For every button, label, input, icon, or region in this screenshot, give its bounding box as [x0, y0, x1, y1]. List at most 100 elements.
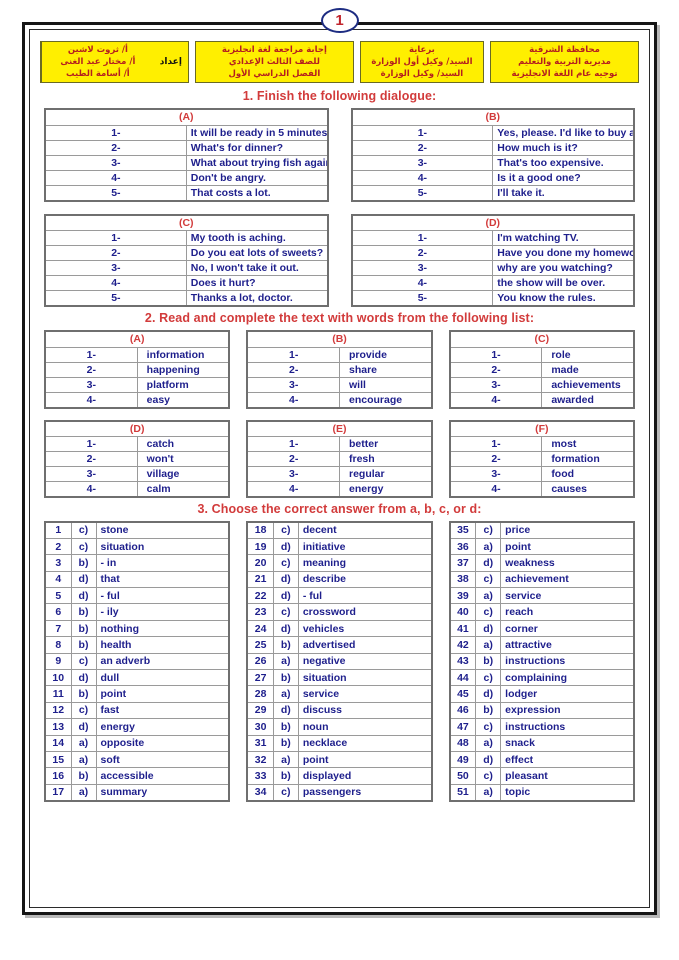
answer-row: 45 d) lodger: [449, 685, 635, 703]
answer-text: nothing: [95, 619, 230, 638]
choice-letter: b): [475, 652, 502, 671]
choice-letter: d): [475, 554, 502, 572]
question-number: 8: [44, 636, 72, 654]
choice-letter: d): [475, 619, 502, 638]
dialogue-answer: It will be ready in 5 minutes.: [185, 124, 329, 141]
answer-row: 30 b) noun: [246, 718, 433, 736]
answer-text: weakness: [500, 554, 635, 572]
question-number: 22: [246, 587, 274, 605]
credit-name-3: أ/ أسامة الطيب: [66, 69, 130, 79]
answer-text: fast: [95, 701, 230, 720]
answer-text: vehicles: [297, 619, 433, 638]
answer-text: instructions: [500, 718, 635, 736]
dialogue-caption-a: (A): [44, 108, 328, 126]
wordlist-table-c: (C) 1- role 2- made 3- achievements 4- award…: [448, 330, 635, 409]
answer-text: decent: [297, 521, 433, 539]
row-number: 4-: [350, 169, 494, 186]
answer-row: 24 d) vehicles: [246, 619, 433, 638]
dialogue-answer: Does it hurt?: [185, 275, 329, 291]
choice-letter: c): [272, 603, 299, 621]
wordlist-caption-d: (D): [44, 420, 230, 437]
word-answer: won't: [136, 451, 230, 467]
answer-text: complaining: [500, 669, 635, 687]
answer-row: 12 c) fast: [44, 701, 230, 720]
choice-letter: b): [272, 669, 299, 687]
section1-row-2: (C) 1- My tooth is aching. 2- Do you eat l…: [36, 213, 643, 307]
row-number: 3-: [44, 466, 138, 482]
answer-row: 40 c) reach: [449, 603, 635, 621]
choice-letter: c): [475, 718, 502, 736]
row-number: 4-: [350, 275, 494, 291]
answer-row: 9 c) an adverb: [44, 652, 230, 671]
wordlist-group-a: (A) 1- information 2- happening 3- platform…: [44, 330, 231, 409]
choice-letter: a): [475, 783, 502, 802]
row-number: 3-: [350, 260, 494, 276]
word-answer: platform: [136, 376, 230, 393]
question-number: 29: [246, 701, 274, 720]
governorate-line-1: محافظة الشرقية: [529, 45, 600, 55]
dialogue-caption-c: (C): [44, 214, 328, 231]
word-answer: calm: [136, 481, 230, 498]
dialogue-table-a: (A) 1- It will be ready in 5 minutes. 2- W…: [44, 108, 329, 202]
word-answer: happening: [136, 361, 230, 378]
answer-text: situation: [95, 537, 230, 556]
row-number: 2-: [449, 451, 543, 467]
answer-text: stone: [95, 521, 230, 539]
word-answer: fresh: [338, 451, 433, 467]
dialogue-answer: What about trying fish again?: [185, 154, 329, 171]
question-number: 27: [246, 669, 274, 687]
answer-row: 44 c) complaining: [449, 669, 635, 687]
choice-letter: b): [70, 636, 97, 654]
answer-text: - in: [95, 554, 230, 572]
word-answer: provide: [338, 346, 433, 363]
question-number: 24: [246, 619, 274, 638]
question-number: 42: [449, 636, 477, 654]
choice-letter: d): [272, 701, 299, 720]
answer-text: attractive: [500, 636, 635, 654]
answer-row: 15 a) soft: [44, 750, 230, 769]
dialogue-answer: That costs a lot.: [185, 184, 329, 201]
dialogue-answer: I'll take it.: [492, 184, 635, 201]
question-number: 43: [449, 652, 477, 671]
answer-row: 41 d) corner: [449, 619, 635, 638]
answer-row: 20 c) meaning: [246, 554, 433, 572]
choice-letter: a): [475, 734, 502, 752]
answer-row: 38 c) achievement: [449, 570, 635, 589]
word-answer: formation: [541, 451, 635, 467]
answer-text: situation: [297, 669, 433, 687]
choice-letter: a): [272, 685, 299, 703]
section1-title: 1. Finish the following dialogue:: [242, 89, 437, 103]
choice-letter: b): [70, 685, 97, 703]
answer-row: 26 a) negative: [246, 652, 433, 671]
question-number: 2: [44, 537, 72, 556]
row-number: 4-: [449, 481, 543, 498]
answer-row: 35 c) price: [449, 521, 635, 539]
answer-text: accessible: [95, 767, 230, 785]
header-patronage-box: برعاية السيد/ وكيل أول الوزارة السيد/ وك…: [359, 41, 485, 83]
wordlist-table-f: (F) 1- most 2- formation 3- food 4- causes: [448, 419, 635, 498]
row-number: 1-: [350, 230, 494, 246]
answer-row: 31 b) necklace: [246, 734, 433, 752]
question-number: 35: [449, 521, 477, 539]
row-number: 2-: [44, 451, 138, 467]
question-number: 6: [44, 603, 72, 621]
answer-row: 48 a) snack: [449, 734, 635, 752]
dialogue-answer: You know the rules.: [492, 290, 635, 307]
answer-row: 25 b) advertised: [246, 636, 433, 654]
answer-row: 3 b) - in: [44, 554, 230, 572]
question-number: 44: [449, 669, 477, 687]
row-number: 3-: [350, 154, 494, 171]
patronage-line-2: السيد/ وكيل أول الوزارة: [371, 57, 473, 67]
word-answer: encourage: [338, 391, 433, 408]
answer-table-2: 18 c) decent 19 d) initiative 20 c) meaning 21 d) d…: [246, 521, 433, 802]
choice-letter: b): [272, 734, 299, 752]
dialogue-answer: Is it a good one?: [492, 169, 635, 186]
answer-row: 18 c) decent: [246, 521, 433, 539]
word-answer: role: [541, 346, 635, 363]
row-number: 2-: [44, 139, 187, 156]
wordlist-caption-a: (A): [44, 330, 230, 348]
answer-column-3: 35 c) price 36 a) point 37 d) weakness 38 c) achiev…: [448, 521, 635, 802]
dialogue-answer: why are you watching?: [492, 260, 635, 276]
choice-letter: c): [475, 570, 502, 589]
choice-letter: b): [70, 619, 97, 638]
